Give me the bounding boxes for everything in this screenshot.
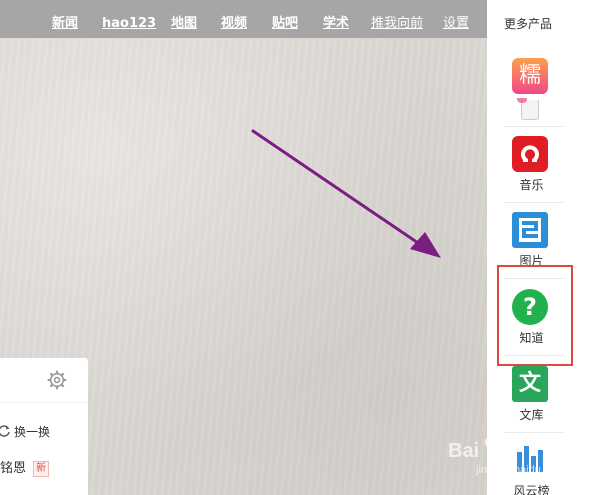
more-products-sidebar: 更多产品 糯 音乐 图片 ? 知道 文 文库 风云榜	[487, 0, 589, 495]
wenku-icon: 文	[512, 366, 548, 402]
paw-logo-icon	[484, 431, 513, 461]
nuomi-icon-mug	[521, 100, 539, 120]
sidebar-app-music[interactable]: 音乐	[487, 136, 576, 212]
card-divider	[0, 402, 88, 403]
settings-gear-icon[interactable]	[47, 370, 67, 390]
baidu-watermark: Bai	[448, 440, 480, 462]
image-icon	[512, 212, 548, 248]
wenku-label: 文库	[519, 408, 544, 422]
watermark-url: jingyan.baidu.com	[476, 464, 565, 476]
wenku-icon-glyph: 文	[518, 371, 541, 396]
new-badge: 新	[33, 461, 49, 477]
fengyunbang-label: 风云榜	[513, 484, 550, 495]
highlight-annotation	[497, 265, 573, 366]
sidebar-divider	[504, 202, 564, 203]
music-label: 音乐	[519, 178, 544, 192]
refresh-icon[interactable]	[0, 424, 11, 438]
music-icon	[512, 136, 548, 172]
sidebar-title: 更多产品	[504, 17, 553, 31]
sidebar-divider	[504, 126, 564, 127]
nuomi-icon-glyph: 糯	[518, 63, 541, 88]
nuomi-icon: 糯	[512, 58, 548, 94]
refresh-button[interactable]: 换一换	[14, 424, 50, 440]
hot-item-text[interactable]: 铭恩	[0, 461, 26, 477]
sidebar-app-nuomi[interactable]: 糯	[487, 58, 576, 134]
